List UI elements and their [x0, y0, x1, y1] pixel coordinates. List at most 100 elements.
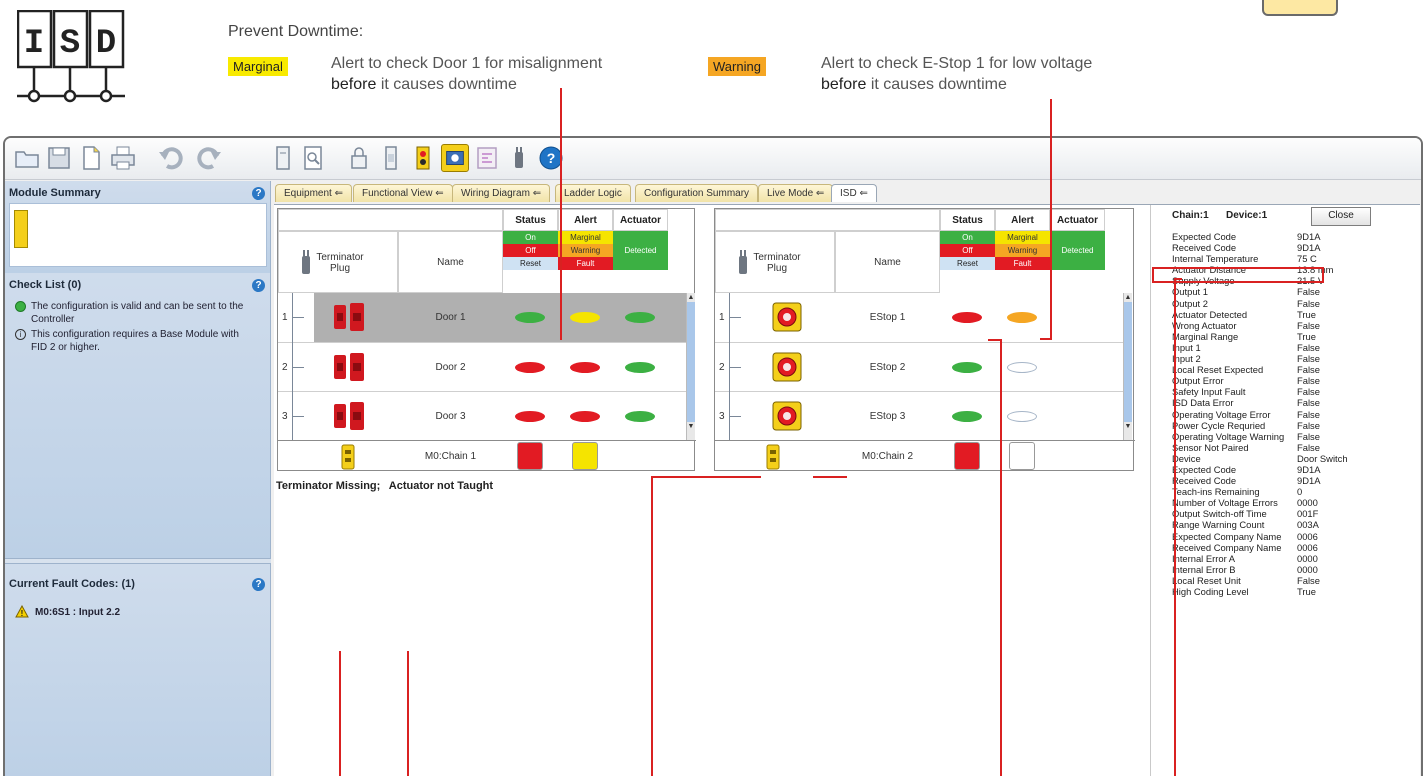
property-key: Received Code — [1172, 242, 1237, 254]
isd-logo: I S D — [17, 10, 125, 103]
table-row[interactable]: 3 Door 3 — [278, 391, 686, 440]
property-key: ISD Data Error — [1172, 397, 1234, 409]
wiring-icon[interactable] — [473, 144, 501, 172]
legend-off: Off — [940, 244, 995, 257]
property-key: Range Warning Count — [1172, 519, 1265, 531]
help-icon[interactable]: ? — [252, 578, 265, 591]
property-row: Operating Voltage Error False — [1172, 409, 1417, 420]
estop-icon — [772, 352, 802, 382]
terminator-plug-header: Terminator Plug — [278, 231, 398, 293]
table-row[interactable]: 2 Door 2 — [278, 342, 686, 391]
actuator-indicator — [625, 411, 655, 422]
scrollbar-thumb[interactable] — [687, 302, 695, 422]
property-value: False — [1297, 408, 1320, 420]
open-folder-icon[interactable] — [13, 144, 41, 172]
terminator-plug-label: Terminator Plug — [753, 252, 801, 274]
chain-status-indicator — [954, 442, 980, 470]
scroll-down-arrow[interactable]: ▼ — [687, 422, 695, 431]
chain2-scrollbar[interactable]: ▲ ▼ — [1123, 293, 1132, 440]
plug-icon[interactable] — [505, 144, 533, 172]
tab-functional-view[interactable]: Functional View ⇐ — [353, 184, 453, 202]
legend-marginal: Marginal — [558, 231, 613, 244]
warning-note: Alert to check E-Stop 1 for low voltage … — [821, 55, 1093, 93]
module-summary-card[interactable] — [9, 203, 267, 267]
table-row[interactable]: 3 EStop 3 — [715, 391, 1123, 440]
actuator-not-taught-label: Actuator not Taught — [388, 480, 494, 492]
property-row: Output Switch-off Time 001F — [1172, 508, 1417, 519]
chain-alert-indicator — [1009, 442, 1035, 470]
status-indicator — [952, 362, 982, 373]
property-value: 0000 — [1297, 552, 1318, 564]
lock-icon[interactable] — [345, 144, 373, 172]
scroll-up-arrow[interactable]: ▲ — [687, 293, 695, 302]
property-value: 001F — [1297, 508, 1319, 520]
legend-marginal: Marginal — [995, 231, 1050, 244]
table-row[interactable]: 2 EStop 2 — [715, 342, 1123, 391]
scrollbar-thumb[interactable] — [1124, 302, 1132, 422]
alert-indicator — [570, 312, 600, 323]
scroll-up-arrow[interactable]: ▲ — [1124, 293, 1132, 302]
property-row: Device Door Switch — [1172, 453, 1417, 464]
property-key: Local Reset Unit — [1172, 574, 1241, 586]
corner-decoration — [1262, 0, 1338, 16]
legend-off: Off — [503, 244, 558, 257]
tab-equipment[interactable]: Equipment ⇐ — [275, 184, 352, 202]
fault-code-item[interactable]: M0:6S1 : Input 2.2 — [35, 607, 120, 618]
property-row: Number of Voltage Errors 0000 — [1172, 497, 1417, 508]
property-key: Received Company Name — [1172, 541, 1282, 553]
scroll-down-arrow[interactable]: ▼ — [1124, 422, 1132, 431]
terminator-plug-icon — [766, 444, 780, 470]
chain1-scrollbar[interactable]: ▲ ▼ — [686, 293, 695, 440]
chain-rail — [292, 293, 293, 440]
help-icon[interactable]: ? — [252, 187, 265, 200]
table-row[interactable]: 1 EStop 1 — [715, 293, 1123, 342]
isd-active-icon[interactable] — [441, 144, 469, 172]
property-row: Internal Error B 0000 — [1172, 564, 1417, 575]
property-value: False — [1297, 441, 1320, 453]
properties-list: Expected Code 9D1A Received Code 9D1A Intern… — [1172, 231, 1417, 597]
property-key: High Coding Level — [1172, 586, 1249, 597]
property-key: Wrong Actuator — [1172, 319, 1237, 331]
help-icon[interactable]: ? — [252, 279, 265, 292]
chain1-footer-row[interactable]: M0:Chain 1 — [278, 440, 696, 471]
module-icon[interactable] — [269, 144, 297, 172]
emergency-stop-icon[interactable] — [409, 144, 437, 172]
zoom-page-icon[interactable] — [299, 144, 327, 172]
tab-live-mode[interactable]: Live Mode ⇐ — [758, 184, 834, 202]
property-key: Operating Voltage Error — [1172, 408, 1271, 420]
tab-isd[interactable]: ISD ⇐ — [831, 184, 877, 202]
property-row: Local Reset Unit False — [1172, 575, 1417, 586]
chain-alert-indicator — [572, 442, 598, 470]
save-icon[interactable] — [45, 144, 73, 172]
property-key: Number of Voltage Errors — [1172, 497, 1278, 509]
device-icon[interactable] — [377, 144, 405, 172]
property-row: Marginal Range True — [1172, 331, 1417, 342]
undo-icon[interactable] — [157, 144, 185, 172]
redo-icon[interactable] — [195, 144, 223, 172]
property-key: Marginal Range — [1172, 330, 1239, 342]
callout-line — [339, 651, 341, 776]
svg-text:D: D — [96, 25, 116, 63]
tab-configuration-summary[interactable]: Configuration Summary — [635, 184, 759, 202]
property-key: Input 1 — [1172, 341, 1201, 353]
property-value: True — [1297, 330, 1316, 342]
chain2-grid: Status Alert Actuator Terminator Plug Na… — [714, 208, 1135, 471]
legend-reset: Reset — [940, 257, 995, 270]
print-icon[interactable] — [109, 144, 137, 172]
tab-wiring-diagram[interactable]: Wiring Diagram ⇐ — [452, 184, 551, 202]
terminator-plug-header: Terminator Plug — [715, 231, 835, 293]
tab-ladder-logic[interactable]: Ladder Logic — [555, 184, 631, 202]
table-row[interactable]: 1 Door 1 — [278, 293, 686, 342]
property-value: True — [1297, 586, 1316, 597]
svg-text:S: S — [60, 25, 80, 63]
actuator-header: Actuator — [1050, 209, 1105, 231]
property-key: Actuator Detected — [1172, 308, 1248, 320]
property-row: Internal Error A 0000 — [1172, 553, 1417, 564]
legend-on: On — [940, 231, 995, 244]
property-value: False — [1297, 419, 1320, 431]
chain2-footer-row[interactable]: M0:Chain 2 — [715, 440, 1135, 471]
alert-legend: Marginal Warning Fault — [995, 231, 1050, 293]
new-document-icon[interactable] — [77, 144, 105, 172]
device-name: Door 3 — [435, 411, 466, 422]
close-button[interactable]: Close — [1311, 207, 1371, 226]
